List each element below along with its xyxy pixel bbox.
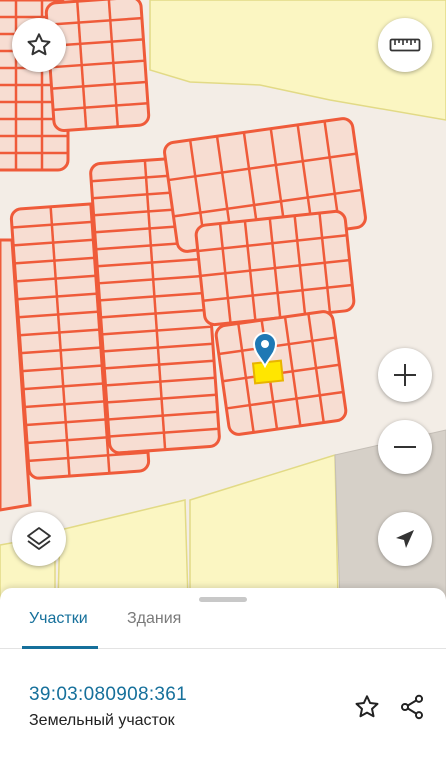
layers-button[interactable] [12,512,66,566]
share-button[interactable] [397,692,427,722]
parcel-type-label: Земельный участок [29,712,175,729]
ruler-icon [389,38,421,52]
ruler-button[interactable] [378,18,432,72]
favorite-map-button[interactable] [12,18,66,72]
active-tab-indicator [22,646,98,649]
cadastral-map[interactable] [0,0,446,600]
selected-parcel[interactable] [251,359,285,385]
plus-icon [394,364,416,386]
tab-parcels[interactable]: Участки [29,610,88,640]
parcel-cadastral-number[interactable]: 39:03:080908:361 [29,684,187,706]
zoom-out-button[interactable] [378,420,432,474]
parcel-block[interactable] [44,0,151,132]
zoom-in-button[interactable] [378,348,432,402]
field-area [189,453,339,600]
field-area [57,499,189,600]
minus-icon [394,446,416,448]
favorite-parcel-button[interactable] [352,692,382,722]
layers-icon [27,527,51,550]
bottom-sheet: Участки Здания 39:03:080908:361 Земельны… [0,588,446,767]
star-outline-icon [27,33,51,56]
sheet-tabs: Участки Здания [0,602,446,649]
locate-button[interactable] [378,512,432,566]
share-icon [400,694,424,720]
parcel-block[interactable] [194,209,356,327]
tab-buildings[interactable]: Здания [127,610,181,640]
navigation-arrow-icon [396,530,414,548]
map-view[interactable] [0,0,446,600]
star-outline-icon [355,695,379,718]
